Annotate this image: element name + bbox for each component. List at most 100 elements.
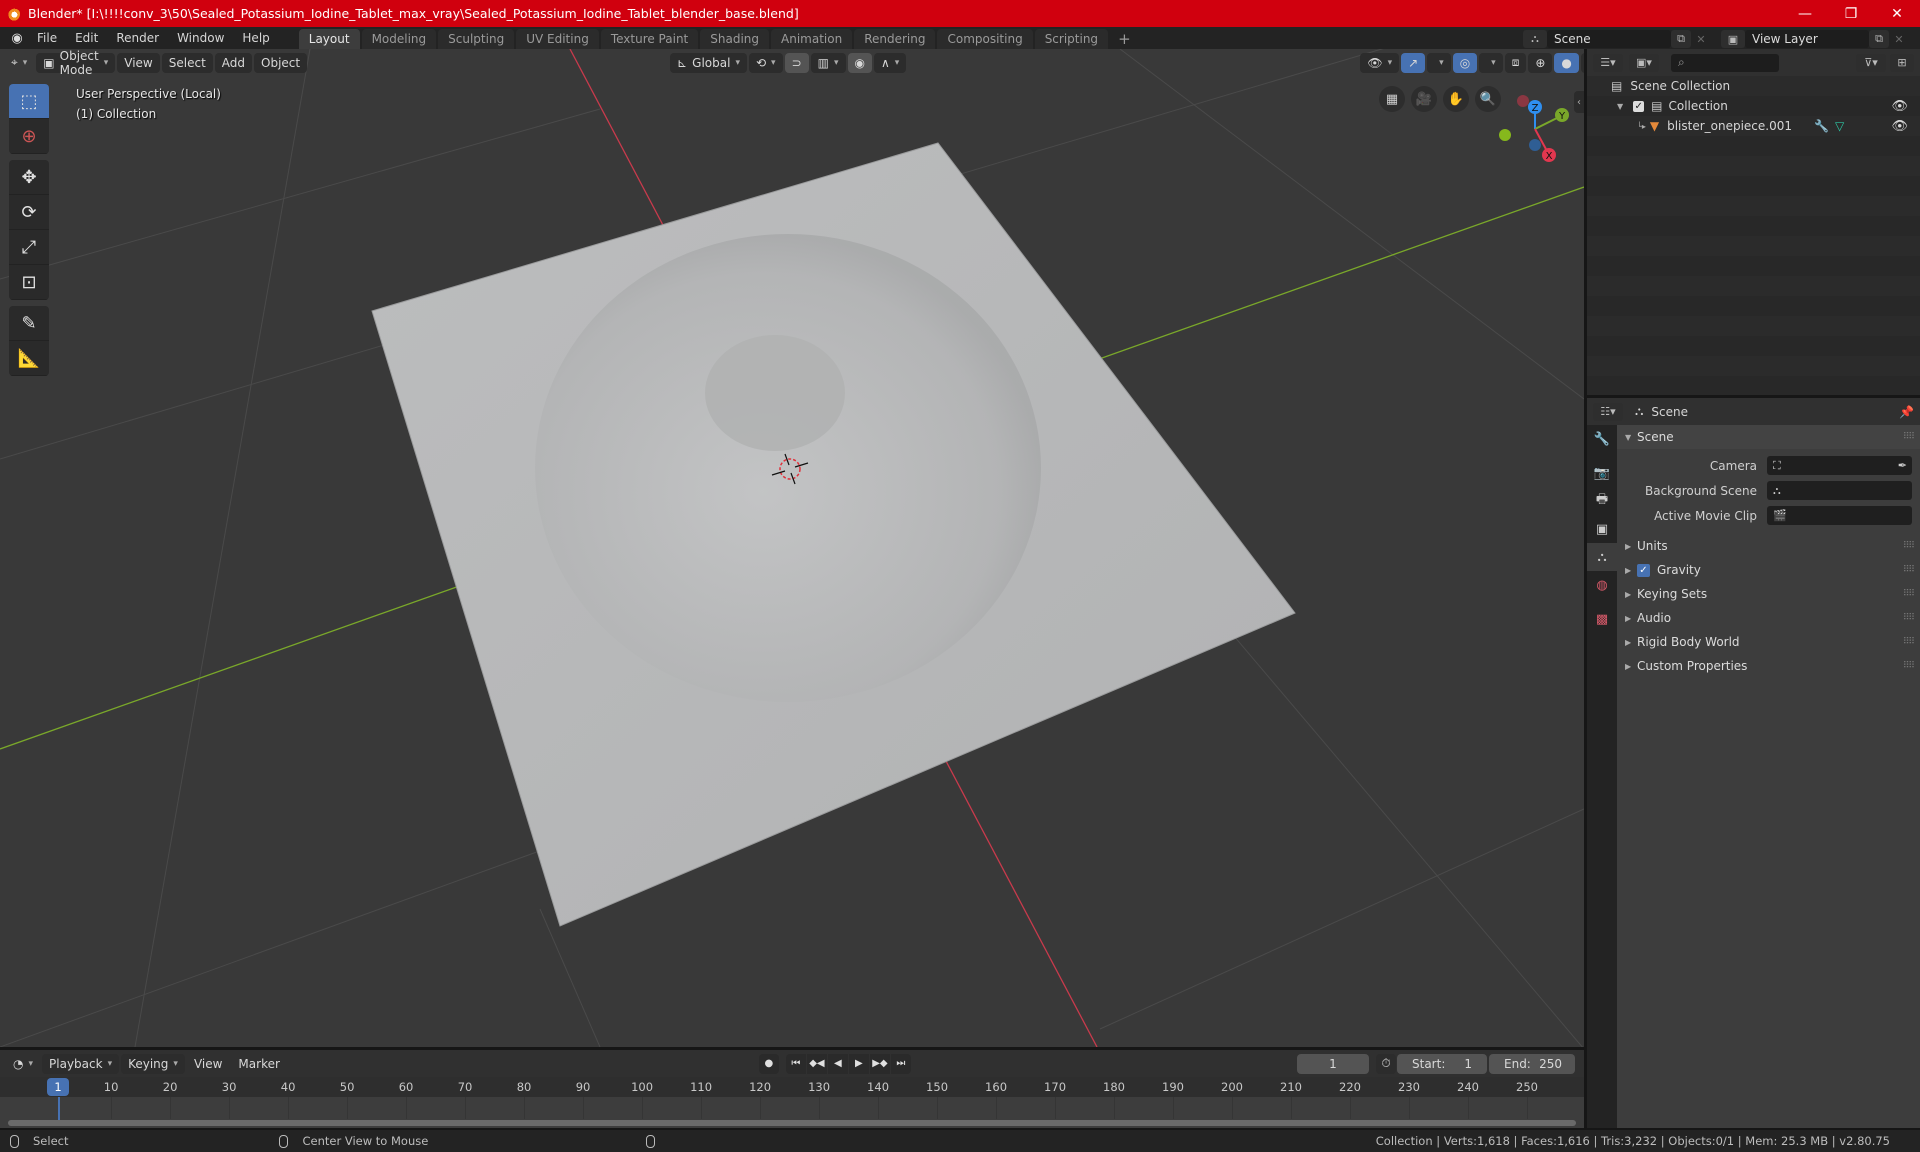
tab-modeling[interactable]: Modeling — [361, 29, 437, 49]
scene-tab-icon[interactable]: ⛬ — [1587, 543, 1617, 571]
record-icon[interactable]: ● — [758, 1053, 779, 1074]
menu-help[interactable]: Help — [233, 27, 278, 49]
delete-scene-icon[interactable]: ✕ — [1691, 30, 1711, 48]
output-tab-icon[interactable]: 🖶 — [1587, 487, 1617, 515]
tab-uv-editing[interactable]: UV Editing — [516, 29, 599, 49]
eyedropper-icon[interactable]: ✒ — [1898, 459, 1907, 472]
current-frame-field[interactable]: 1 — [1297, 1053, 1369, 1074]
outliner-row-scene-collection[interactable]: ▤ Scene Collection — [1587, 76, 1920, 96]
panel-custom-properties[interactable]: ▶ Custom Properties ⠿⠿ — [1617, 654, 1920, 678]
cursor-tool[interactable]: ⊕ — [9, 119, 49, 154]
tab-animation[interactable]: Animation — [771, 29, 853, 49]
camera-view-icon[interactable]: 🎥 — [1411, 86, 1437, 112]
visibility-eye-icon[interactable]: 👁 — [1891, 99, 1908, 114]
filter-icon[interactable]: ⊽▾ — [1856, 53, 1886, 72]
tab-texture-paint[interactable]: Texture Paint — [600, 29, 699, 49]
drag-grip-icon[interactable]: ⠿⠿ — [1903, 541, 1915, 551]
maximize-button[interactable]: ❐ — [1828, 0, 1874, 27]
tool-settings-tab-icon[interactable]: 🔧 — [1587, 425, 1617, 453]
view-layer-icon[interactable]: ▣ — [1721, 30, 1745, 48]
proportional-editing-toggle[interactable]: ◉ — [847, 52, 872, 73]
preview-range-stopwatch-icon[interactable]: ⏱ — [1376, 1053, 1396, 1074]
scene-name-field[interactable]: Scene — [1547, 30, 1671, 48]
properties-editor-type-icon[interactable]: ☷▾ — [1593, 402, 1623, 421]
viewport-menu-object[interactable]: Object — [254, 52, 308, 73]
axis-navigation-gizmo[interactable]: Z Y X — [1495, 89, 1575, 169]
view-layer-tab-icon[interactable]: ▣ — [1587, 515, 1617, 543]
menu-edit[interactable]: Edit — [66, 27, 107, 49]
gizmo-dropdown[interactable]: ▾ — [1427, 52, 1451, 73]
viewport-menu-view[interactable]: View — [117, 52, 160, 73]
tab-rendering[interactable]: Rendering — [854, 29, 936, 49]
shading-solid[interactable]: ● — [1554, 52, 1579, 73]
drag-grip-icon[interactable]: ⠿⠿ — [1903, 613, 1915, 623]
panel-gravity[interactable]: ▶ ✓ Gravity ⠿⠿ — [1617, 558, 1920, 582]
drag-grip-icon[interactable]: ⠿⠿ — [1903, 661, 1915, 671]
mode-selector[interactable]: ▣ Object Mode ▾ — [36, 49, 116, 77]
rotate-tool[interactable]: ⟳ — [9, 195, 49, 230]
gizmo-toggle[interactable]: ↗ — [1401, 52, 1426, 73]
display-mode-icon[interactable]: ▣▾ — [1629, 53, 1659, 72]
blender-logo-icon[interactable]: ◉ — [6, 27, 28, 49]
visibility-eye-icon[interactable]: 👁 — [1891, 119, 1908, 134]
new-collection-icon[interactable]: ⊞ — [1890, 53, 1914, 72]
menu-file[interactable]: File — [28, 27, 66, 49]
scale-tool[interactable]: ⤢ — [9, 230, 49, 265]
timeline-scrollbar[interactable] — [8, 1120, 1576, 1126]
tab-shading[interactable]: Shading — [700, 29, 769, 49]
timeline-editor-type-icon[interactable]: ◔ ▾ — [6, 1054, 40, 1074]
outliner-row-collection[interactable]: ▼ ✓ ▤ Collection 👁 — [1587, 96, 1920, 116]
delete-view-layer-icon[interactable]: ✕ — [1889, 30, 1909, 48]
drag-grip-icon[interactable]: ⠿⠿ — [1903, 565, 1915, 575]
world-tab-icon[interactable]: ◍ — [1587, 571, 1617, 599]
texture-tab-icon[interactable]: ▩ — [1587, 605, 1617, 633]
pan-hand-icon[interactable]: ✋ — [1443, 86, 1469, 112]
timeline-menu-keying[interactable]: Keying ▾ — [121, 1053, 185, 1074]
overlays-toggle[interactable]: ◎ — [1452, 52, 1478, 73]
new-view-layer-icon[interactable]: ⧉ — [1869, 30, 1889, 48]
start-frame-field[interactable]: Start: 1 — [1397, 1053, 1487, 1074]
playhead-frame-indicator[interactable]: 1 — [47, 1078, 69, 1096]
selectability-visibility-button[interactable]: 👁 ▾ — [1360, 52, 1400, 73]
transform-tool[interactable]: ⊡ — [9, 265, 49, 300]
tab-layout[interactable]: Layout — [298, 29, 360, 49]
camera-field[interactable]: ⛶ ✒ — [1767, 456, 1912, 475]
drag-grip-icon[interactable]: ⠿⠿ — [1903, 589, 1915, 599]
timeline-frame-ruler[interactable]: 1 10 20 30 40 50 60 70 80 90 100 110 120 130 140 150 16… — [0, 1077, 1584, 1097]
end-frame-field[interactable]: End: 250 — [1489, 1053, 1575, 1074]
scene-icon[interactable]: ⛬ — [1523, 30, 1547, 48]
drag-grip-icon[interactable]: ⠿⠿ — [1903, 432, 1915, 442]
timeline-menu-view[interactable]: View — [187, 1054, 229, 1074]
outliner-row-object[interactable]: └▸ ▼ blister_onepiece.001 🔧 ▽ 👁 — [1587, 116, 1920, 136]
select-box-tool[interactable]: ⬚ — [9, 84, 49, 119]
editor-type-icon[interactable]: ⌖ ▾ — [4, 53, 34, 73]
play-reverse-icon[interactable]: ◀ — [827, 1053, 848, 1074]
panel-scene-header[interactable]: ▼ Scene ⠿⠿ — [1617, 425, 1920, 449]
menu-render[interactable]: Render — [107, 27, 168, 49]
background-scene-field[interactable]: ⛬ — [1767, 481, 1912, 500]
pivot-point-button[interactable]: ⟲ ▾ — [748, 52, 783, 73]
overlays-dropdown[interactable]: ▾ — [1479, 52, 1503, 73]
jump-to-end-icon[interactable]: ⏭ — [890, 1053, 911, 1074]
sidebar-toggle-icon[interactable]: ‹ — [1574, 91, 1584, 113]
add-workspace-button[interactable]: + — [1110, 29, 1139, 49]
modifier-wrench-icon[interactable]: 🔧 — [1814, 119, 1829, 133]
panel-audio[interactable]: ▶ Audio ⠿⠿ — [1617, 606, 1920, 630]
3d-viewport[interactable]: ⌖ ▾ ▣ Object Mode ▾ View Select Add Object… — [0, 49, 1584, 1047]
measure-tool[interactable]: 📐 — [9, 341, 49, 376]
panel-rigid-body-world[interactable]: ▶ Rigid Body World ⠿⠿ — [1617, 630, 1920, 654]
render-tab-icon[interactable]: 📷 — [1587, 459, 1617, 487]
expand-arrow-icon[interactable]: ▼ — [1617, 102, 1623, 111]
active-movie-clip-field[interactable]: 🎬 — [1767, 506, 1912, 525]
move-tool[interactable]: ✥ — [9, 160, 49, 195]
snap-toggle[interactable]: ⊃ — [784, 52, 809, 73]
play-icon[interactable]: ▶ — [848, 1053, 869, 1074]
tab-sculpting[interactable]: Sculpting — [438, 29, 515, 49]
panel-keying-sets[interactable]: ▶ Keying Sets ⠿⠿ — [1617, 582, 1920, 606]
toggle-grid-view-icon[interactable]: ▦ — [1379, 86, 1405, 112]
close-button[interactable]: ✕ — [1874, 0, 1920, 27]
proportional-falloff-button[interactable]: ∧ ▾ — [874, 52, 907, 73]
shading-material[interactable]: ◑ — [1580, 52, 1584, 73]
snap-target-button[interactable]: ▥ ▾ — [810, 52, 846, 73]
shading-wireframe[interactable]: ⊕ — [1528, 52, 1553, 73]
